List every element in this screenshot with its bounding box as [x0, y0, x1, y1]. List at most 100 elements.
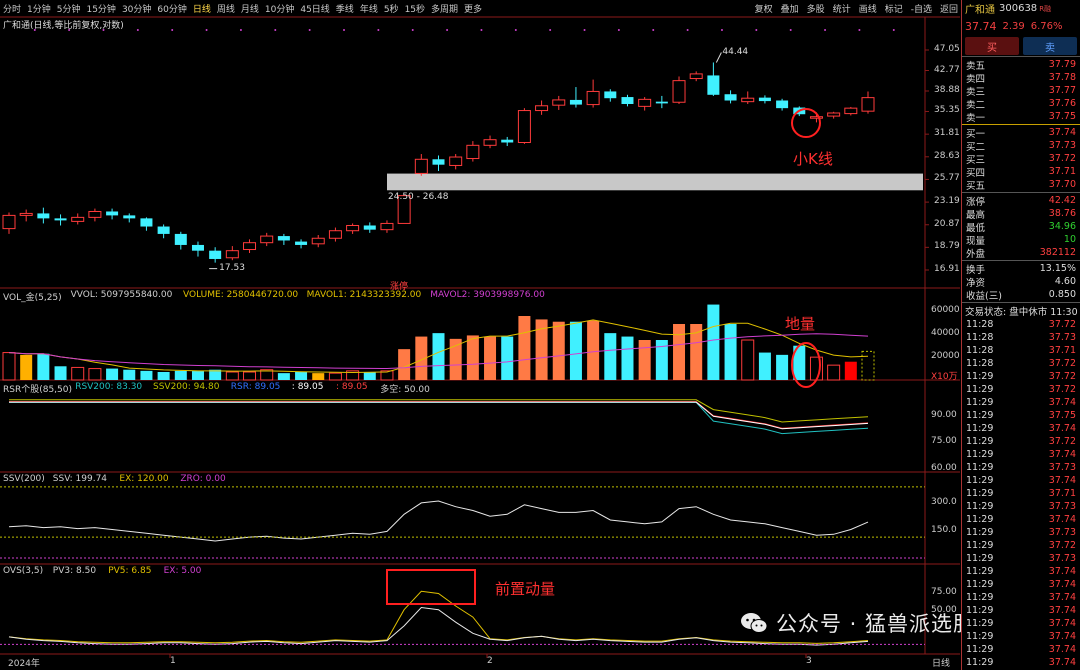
candle-body[interactable]: [827, 112, 841, 117]
volume-bar[interactable]: [604, 333, 617, 380]
volume-bar[interactable]: [363, 372, 376, 380]
candle-body[interactable]: [209, 250, 222, 259]
volume-bar[interactable]: [518, 316, 531, 380]
volume-bar[interactable]: [844, 361, 857, 380]
volume-bar[interactable]: [243, 371, 257, 381]
tick-list[interactable]: 11:28 37.72 11:28 37.73 11:28 37.71 11:28 37.72…: [962, 318, 1080, 670]
volume-bar[interactable]: [449, 338, 462, 380]
volume-bar[interactable]: [707, 304, 720, 380]
volume-bar[interactable]: [2, 352, 16, 381]
volume-bar[interactable]: [277, 373, 290, 380]
candle-body[interactable]: [19, 212, 33, 216]
candle-body[interactable]: [346, 224, 360, 232]
candle-body[interactable]: [466, 144, 480, 160]
candle-body[interactable]: [54, 218, 67, 221]
candle-body[interactable]: [174, 233, 187, 245]
volume-bar[interactable]: [191, 370, 204, 380]
candle-body[interactable]: [277, 236, 290, 241]
volume-bar[interactable]: [587, 320, 600, 380]
candle-body[interactable]: [569, 99, 582, 105]
candle-body[interactable]: [363, 225, 376, 230]
candle-body[interactable]: [88, 210, 102, 218]
candle-body[interactable]: [586, 90, 600, 106]
candle-body[interactable]: [243, 242, 257, 251]
bid-row[interactable]: 买二 37.73: [962, 139, 1080, 153]
candle-body[interactable]: [604, 91, 617, 99]
volume-bar[interactable]: [123, 369, 136, 380]
candle-body[interactable]: [689, 73, 703, 80]
volume-bar[interactable]: [741, 339, 755, 381]
candle-body[interactable]: [106, 211, 119, 216]
candle-body[interactable]: [483, 139, 497, 146]
stock-header[interactable]: 广和通 300638 R融: [962, 0, 1080, 17]
candle-body[interactable]: [758, 97, 771, 102]
volume-bar[interactable]: [776, 354, 789, 380]
candle-body[interactable]: [432, 159, 445, 165]
candle-body[interactable]: [225, 250, 239, 259]
candle-body[interactable]: [809, 116, 823, 119]
bid-row[interactable]: 买四 37.71: [962, 165, 1080, 179]
candle-body[interactable]: [157, 226, 170, 234]
ask-row[interactable]: 卖一 37.75: [962, 110, 1080, 124]
sell-button[interactable]: 卖: [1023, 37, 1077, 55]
bid-row[interactable]: 买五 37.70: [962, 178, 1080, 192]
candle-body[interactable]: [140, 218, 153, 227]
candle-body[interactable]: [311, 237, 325, 245]
candle-body[interactable]: [380, 222, 394, 231]
volume-bar[interactable]: [724, 324, 737, 380]
candle-body[interactable]: [123, 215, 136, 219]
volume-bar[interactable]: [484, 336, 497, 380]
volume-bar[interactable]: [569, 321, 582, 380]
volume-bar[interactable]: [827, 364, 841, 381]
volume-bar[interactable]: [295, 372, 308, 380]
candle-body[interactable]: [707, 75, 720, 95]
candle-body[interactable]: [638, 98, 652, 107]
candle-body[interactable]: [414, 158, 428, 174]
candle-body[interactable]: [672, 80, 686, 103]
volume-bar[interactable]: [638, 340, 651, 380]
candle-body[interactable]: [724, 94, 737, 101]
volume-bar[interactable]: [174, 370, 187, 380]
candle-body[interactable]: [449, 156, 463, 166]
volume-bar[interactable]: [328, 372, 342, 381]
volume-bar[interactable]: [432, 333, 445, 380]
candle-body[interactable]: [621, 97, 634, 104]
candle-body[interactable]: [328, 230, 342, 239]
volume-bar[interactable]: [140, 370, 153, 380]
volume-bar[interactable]: [552, 321, 565, 380]
ask-row[interactable]: 卖五 37.79: [962, 58, 1080, 72]
candle-body[interactable]: [655, 101, 668, 104]
volume-bar[interactable]: [37, 353, 50, 380]
volume-bar[interactable]: [621, 336, 634, 380]
volume-bar[interactable]: [398, 349, 411, 380]
candle-body[interactable]: [844, 107, 858, 115]
candle-body[interactable]: [861, 97, 875, 112]
volume-bar[interactable]: [466, 335, 479, 380]
volume-bar[interactable]: [157, 372, 170, 380]
candle-body[interactable]: [501, 139, 514, 143]
candle-body[interactable]: [295, 241, 308, 245]
candle-body[interactable]: [517, 110, 531, 143]
bid-row[interactable]: 买一 37.74: [962, 126, 1080, 140]
volume-bar[interactable]: [106, 368, 119, 380]
candle-body[interactable]: [535, 105, 549, 112]
candle-body[interactable]: [191, 244, 204, 251]
volume-bar[interactable]: [758, 352, 771, 380]
buy-button[interactable]: 买: [965, 37, 1019, 55]
candle-body[interactable]: [260, 235, 274, 244]
candle-body[interactable]: [71, 216, 85, 222]
volume-bar[interactable]: [225, 371, 239, 381]
volume-bar[interactable]: [20, 354, 33, 380]
candle-body[interactable]: [776, 100, 789, 109]
volume-bar[interactable]: [861, 350, 875, 381]
volume-bar[interactable]: [501, 336, 514, 380]
candle-body[interactable]: [2, 214, 16, 230]
volume-bar[interactable]: [312, 373, 325, 380]
volume-bar[interactable]: [71, 366, 85, 381]
volume-bar[interactable]: [673, 324, 686, 380]
candle-body[interactable]: [37, 213, 50, 219]
volume-bar[interactable]: [54, 366, 67, 380]
bid-row[interactable]: 买三 37.72: [962, 152, 1080, 166]
ask-row[interactable]: 卖二 37.76: [962, 97, 1080, 111]
candle-body[interactable]: [552, 99, 566, 106]
